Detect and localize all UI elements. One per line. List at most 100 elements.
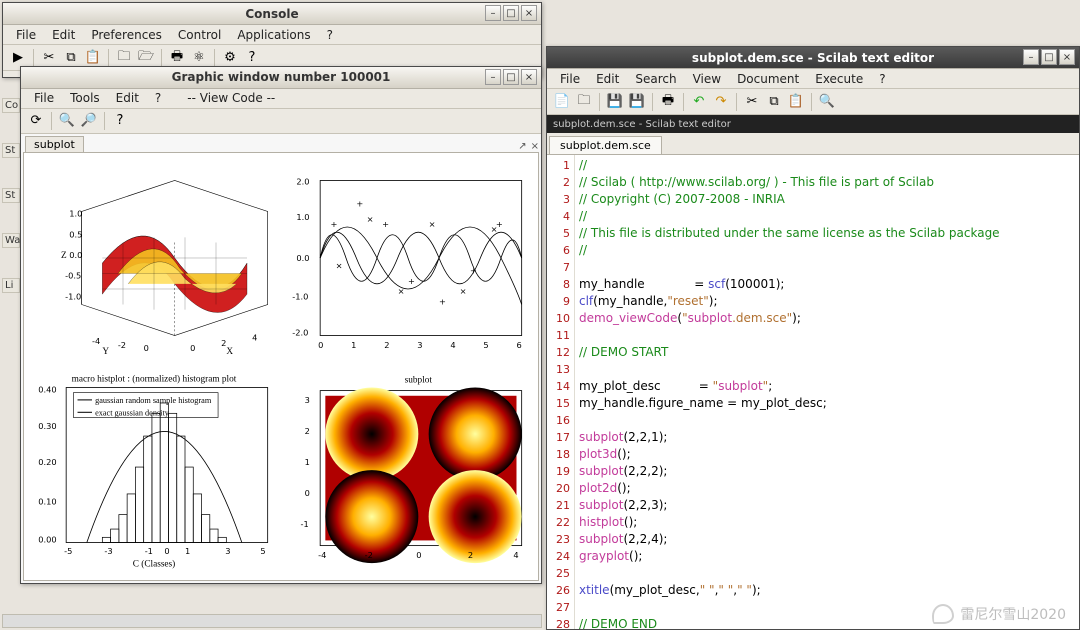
menu-help[interactable]: ? [148,90,168,106]
menu-help[interactable]: ? [872,71,892,87]
svg-text:X: X [226,347,233,357]
view-code-link[interactable]: -- View Code -- [180,90,282,106]
help-icon[interactable]: ? [243,49,261,67]
minimize-button[interactable]: – [485,69,501,85]
menu-applications[interactable]: Applications [230,27,317,43]
svg-text:×: × [398,287,405,297]
close-button[interactable]: × [521,5,537,21]
side-tab[interactable]: St [2,188,20,203]
side-tab[interactable]: Li [2,278,20,293]
close-tab-icon[interactable]: × [529,141,541,152]
help-icon[interactable]: ? [111,112,129,130]
svg-text:0: 0 [164,546,169,556]
menu-search[interactable]: Search [628,71,683,87]
horizontal-scrollbar[interactable] [2,614,542,628]
svg-text:0: 0 [416,550,421,560]
open-icon[interactable]: 🗀 [575,93,593,111]
print-icon[interactable]: 🖶 [659,93,677,111]
maximize-button[interactable]: □ [503,69,519,85]
copy-icon[interactable]: ⧉ [765,93,783,111]
menu-document[interactable]: Document [730,71,806,87]
svg-text:2.0: 2.0 [296,177,309,187]
graphic-title: Graphic window number 100001 [172,70,391,84]
svg-text:C (Classes): C (Classes) [133,558,176,569]
menu-file[interactable]: File [553,71,587,87]
side-tab[interactable]: Wa [2,233,20,248]
svg-text:exact gaussian density: exact gaussian density [95,408,170,417]
svg-text:0.20: 0.20 [38,457,56,467]
svg-text:-4: -4 [92,336,100,346]
minimize-button[interactable]: – [1023,49,1039,65]
code-area[interactable]: 1234567891011121314151617181920212223242… [547,155,1079,629]
svg-text:4: 4 [252,333,257,343]
menu-edit[interactable]: Edit [45,27,82,43]
svg-text:2: 2 [221,338,226,348]
graphic-titlebar[interactable]: Graphic window number 100001 – □ × [21,67,541,89]
undo-icon[interactable]: ↶ [690,93,708,111]
svg-text:5: 5 [260,546,265,556]
menu-view[interactable]: View [686,71,728,87]
copy-icon[interactable]: ⧉ [62,49,80,67]
menu-help[interactable]: ? [320,27,340,43]
tab-subplot[interactable]: subplot [25,136,84,152]
find-icon[interactable]: 🔍 [818,93,836,111]
svg-text:-2: -2 [365,550,373,560]
menu-control[interactable]: Control [171,27,228,43]
svg-text:gaussian random sample histogr: gaussian random sample histogram [95,396,212,405]
menu-file[interactable]: File [27,90,61,106]
side-tab[interactable]: Co [2,98,20,113]
file-tab[interactable]: subplot.dem.sce [549,136,662,154]
editor-window: subplot.dem.sce - Scilab text editor – □… [546,46,1080,630]
svg-text:0.40: 0.40 [38,384,56,394]
svg-text:-3: -3 [104,546,112,556]
svg-text:×: × [491,225,498,235]
menu-execute[interactable]: Execute [808,71,870,87]
svg-text:subplot: subplot [405,375,433,385]
svg-text:-1: -1 [301,519,309,529]
menu-tools[interactable]: Tools [63,90,107,106]
menu-preferences[interactable]: Preferences [84,27,169,43]
menu-file[interactable]: File [9,27,43,43]
menu-edit[interactable]: Edit [109,90,146,106]
saveas-icon[interactable]: 💾 [628,93,646,111]
save-icon[interactable]: 💾 [606,93,624,111]
close-button[interactable]: × [1059,49,1075,65]
folder-icon[interactable]: 🗀 [115,49,133,67]
histplot-panel: macro histplot : (normalized) histogram … [30,370,278,570]
folder2-icon[interactable]: 🗁 [137,49,155,67]
maximize-button[interactable]: □ [503,5,519,21]
print-icon[interactable]: 🖶 [168,49,186,67]
svg-text:+: + [356,199,363,209]
rotate-icon[interactable]: ⟳ [27,112,45,130]
new-icon[interactable]: 📄 [553,93,571,111]
svg-text:0.30: 0.30 [38,421,56,431]
svg-text:0.0: 0.0 [69,250,82,260]
paste-icon[interactable]: 📋 [787,93,805,111]
editor-toolbar: 📄 🗀 💾 💾 🖶 ↶ ↷ ✂ ⧉ 📋 🔍 [547,89,1079,115]
redo-icon[interactable]: ↷ [712,93,730,111]
zoom-reset-icon[interactable]: 🔎 [80,112,98,130]
menu-edit[interactable]: Edit [589,71,626,87]
svg-text:×: × [336,261,343,271]
undock-icon[interactable]: ↗ [516,141,528,152]
side-tab[interactable]: St [2,143,20,158]
editor-titlebar[interactable]: subplot.dem.sce - Scilab text editor – □… [547,47,1079,69]
svg-text:-5: -5 [64,546,72,556]
maximize-button[interactable]: □ [1041,49,1057,65]
code-text[interactable]: // // Scilab ( http://www.scilab.org/ ) … [575,155,1079,629]
cut-icon[interactable]: ✂ [743,93,761,111]
svg-text:5: 5 [483,340,488,350]
gear-icon[interactable]: ⚙ [221,49,239,67]
close-button[interactable]: × [521,69,537,85]
svg-text:2: 2 [305,426,310,436]
minimize-button[interactable]: – [485,5,501,21]
run-icon[interactable]: ▶ [9,49,27,67]
zoom-in-icon[interactable]: 🔍 [58,112,76,130]
cut-icon[interactable]: ✂ [40,49,58,67]
paste-icon[interactable]: 📋 [84,49,102,67]
graphic-menubar: File Tools Edit ? -- View Code -- [21,89,541,109]
atom-icon[interactable]: ⚛ [190,49,208,67]
graphic-window: Graphic window number 100001 – □ × File … [20,66,542,584]
console-titlebar[interactable]: Console – □ × [3,3,541,25]
plot2d-panel: ++++ +++ ××× ××× 2.01.00.0 -1.0-2.0 012 … [284,163,532,363]
